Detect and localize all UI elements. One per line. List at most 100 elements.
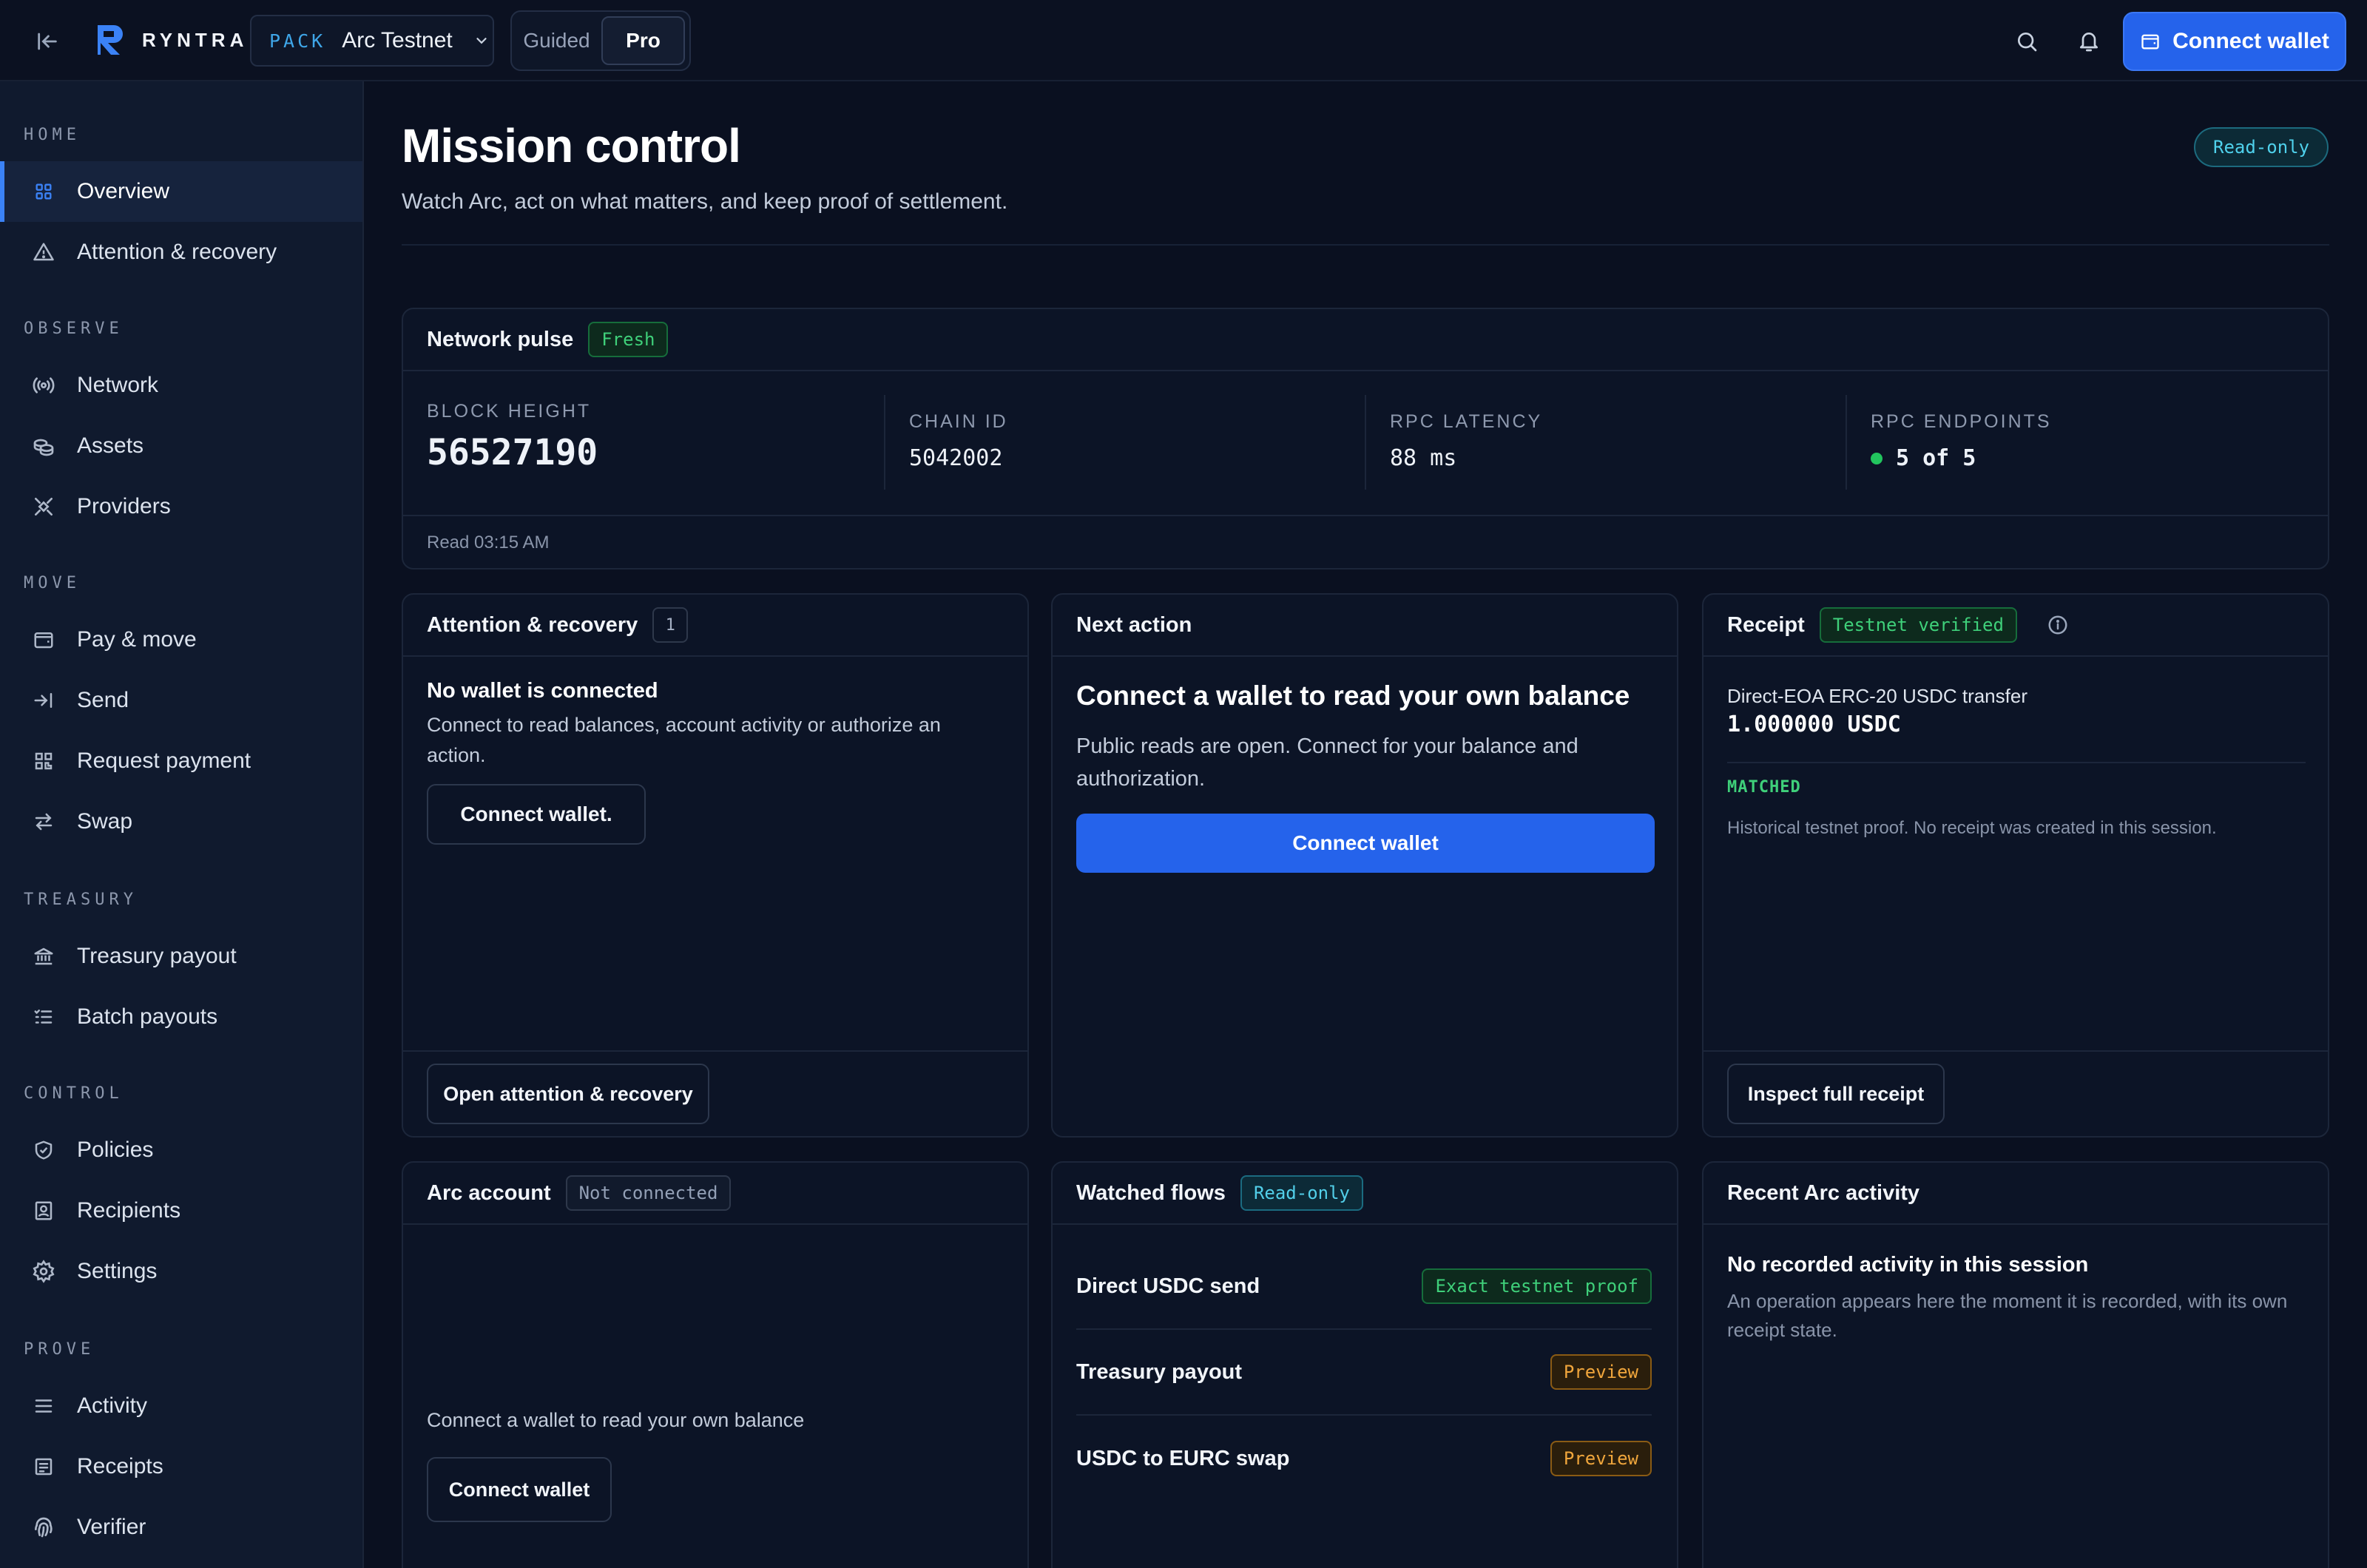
fresh-badge: Fresh [588, 322, 669, 357]
inspect-full-receipt-button[interactable]: Inspect full receipt [1727, 1064, 1945, 1124]
receipt-icon [31, 1454, 56, 1479]
shield-check-icon [31, 1138, 56, 1163]
read-time: Read 03:15 AM [427, 533, 550, 552]
receipt-transfer-type: Direct-EOA ERC-20 USDC transfer [1727, 685, 2027, 707]
fingerprint-icon [31, 1515, 56, 1540]
receipt-status: MATCHED [1727, 778, 1801, 797]
sidebar-item-policies[interactable]: Policies [0, 1120, 362, 1180]
collapse-sidebar-icon[interactable] [31, 25, 64, 58]
sidebar-section-treasury: TREASURY [24, 891, 138, 909]
network-pulse-header: Network pulse Fresh [403, 309, 2328, 371]
sidebar-item-request-payment[interactable]: Request payment [0, 731, 362, 791]
page-title: Mission control [402, 119, 741, 172]
sidebar-item-attention-recovery[interactable]: Attention & recovery [0, 222, 362, 283]
page-subtitle: Watch Arc, act on what matters, and keep… [402, 189, 1008, 214]
sidebar-item-label: Batch payouts [77, 1004, 218, 1029]
receipt-footer: Inspect full receipt [1704, 1050, 2328, 1136]
next-action-connect-wallet-button[interactable]: Connect wallet [1076, 814, 1655, 873]
network-pulse-footer: Read 03:15 AM [403, 515, 2328, 568]
sidebar-item-treasury-payout[interactable]: Treasury payout [0, 926, 362, 987]
network-pulse-card: Network pulse Fresh BLOCK HEIGHT 5652719… [402, 308, 2329, 570]
receipt-title: Receipt [1727, 612, 1805, 637]
bank-icon [31, 944, 56, 969]
attention-title: Attention & recovery [427, 612, 638, 637]
sidebar-item-settings[interactable]: Settings [0, 1241, 362, 1302]
watched-flows-card: Watched flows Read-only Direct USDC send… [1051, 1161, 1678, 1568]
qr-icon [31, 748, 56, 774]
watched-flows-header: Watched flows Read-only [1053, 1163, 1677, 1225]
sidebar-item-send[interactable]: Send [0, 670, 362, 731]
satellite-icon [31, 494, 56, 519]
sidebar-item-pay-move[interactable]: Pay & move [0, 609, 362, 670]
watched-flows-title: Watched flows [1076, 1180, 1226, 1205]
sidebar-item-swap[interactable]: Swap [0, 791, 362, 852]
sidebar-item-label: Receipts [77, 1454, 163, 1479]
recent-activity-heading: No recorded activity in this session [1727, 1253, 2089, 1277]
flow-status-badge: Exact testnet proof [1422, 1268, 1652, 1304]
sidebar-item-batch-payouts[interactable]: Batch payouts [0, 987, 362, 1047]
sidebar-item-verifier[interactable]: Verifier [0, 1497, 362, 1558]
flow-name: Treasury payout [1076, 1359, 1243, 1384]
grid-icon [31, 179, 56, 204]
sidebar-item-network[interactable]: Network [0, 355, 362, 416]
attention-heading: No wallet is connected [427, 679, 658, 703]
next-action-body: Public reads are open. Connect for your … [1076, 734, 1578, 791]
mode-toggle: Guided Pro [510, 10, 691, 71]
bell-icon[interactable] [2071, 24, 2107, 59]
open-attention-recovery-button[interactable]: Open attention & recovery [427, 1064, 709, 1124]
sidebar-item-label: Policies [77, 1138, 154, 1162]
flow-row[interactable]: Treasury payout Preview [1076, 1330, 1652, 1416]
info-icon[interactable] [2047, 614, 2069, 636]
search-icon[interactable] [2009, 24, 2044, 59]
rpc-latency-label: RPC LATENCY [1390, 411, 1543, 432]
pack-value: Arc Testnet [342, 28, 453, 53]
arc-account-body: Connect a wallet to read your own balanc… [427, 1409, 805, 1431]
next-action-title: Next action [1076, 612, 1192, 637]
flow-row[interactable]: Direct USDC send Exact testnet proof [1076, 1244, 1652, 1330]
sidebar-item-label: Assets [77, 433, 144, 458]
rpc-endpoints-label: RPC ENDPOINTS [1871, 411, 2052, 432]
next-action-header: Next action [1053, 595, 1677, 657]
attention-footer: Open attention & recovery [403, 1050, 1027, 1136]
menu-lines-icon [31, 1393, 56, 1419]
rpc-endpoints-value: 5 of 5 [1896, 445, 1976, 471]
chain-id-label: CHAIN ID [909, 411, 1008, 432]
logo-mark-icon [98, 25, 123, 55]
sidebar-item-receipts[interactable]: Receipts [0, 1436, 362, 1497]
sidebar-item-activity[interactable]: Activity [0, 1376, 362, 1436]
arc-account-card: Arc account Not connected Connect a wall… [402, 1161, 1029, 1568]
coins-icon [31, 433, 56, 459]
attention-header: Attention & recovery 1 [403, 595, 1027, 657]
metric-divider [884, 395, 885, 490]
sidebar: HOME Overview Attention & recovery OBSER… [0, 81, 364, 1568]
flow-row[interactable]: USDC to EURC swap Preview [1076, 1416, 1652, 1501]
sidebar-item-providers[interactable]: Providers [0, 476, 362, 537]
arrow-right-bar-icon [31, 688, 56, 713]
broadcast-icon [31, 373, 56, 398]
network-pack-select[interactable]: PACK Arc Testnet [250, 15, 494, 67]
sidebar-item-assets[interactable]: Assets [0, 416, 362, 476]
mode-guided-button[interactable]: Guided [516, 16, 597, 65]
recent-activity-title: Recent Arc activity [1727, 1180, 1920, 1205]
arc-account-header: Arc account Not connected [403, 1163, 1027, 1225]
sidebar-section-move: MOVE [24, 574, 81, 592]
sidebar-item-label: Send [77, 688, 129, 712]
attention-count-badge: 1 [652, 607, 689, 643]
sidebar-item-recipients[interactable]: Recipients [0, 1180, 362, 1241]
rpc-latency-value: 88 ms [1390, 445, 1457, 471]
sidebar-item-overview[interactable]: Overview [0, 161, 362, 222]
recent-activity-card: Recent Arc activity No recorded activity… [1702, 1161, 2329, 1568]
attention-body: Connect to read balances, account activi… [427, 714, 941, 766]
attention-connect-wallet-button[interactable]: Connect wallet. [427, 784, 646, 845]
receipt-header: Receipt Testnet verified [1704, 595, 2328, 657]
attention-recovery-card: Attention & recovery 1 No wallet is conn… [402, 593, 1029, 1138]
mode-pro-button[interactable]: Pro [601, 16, 685, 65]
arc-account-connect-wallet-button[interactable]: Connect wallet [427, 1457, 612, 1522]
not-connected-badge: Not connected [565, 1175, 732, 1211]
sidebar-item-label: Activity [77, 1393, 148, 1418]
flow-status-badge: Preview [1550, 1441, 1652, 1476]
sidebar-section-observe: OBSERVE [24, 320, 124, 338]
connect-wallet-button[interactable]: Connect wallet [2123, 12, 2346, 71]
top-bar: RYNTRA PACK Arc Testnet Guided Pro Conne… [0, 0, 2367, 81]
sidebar-item-label: Verifier [77, 1515, 146, 1539]
